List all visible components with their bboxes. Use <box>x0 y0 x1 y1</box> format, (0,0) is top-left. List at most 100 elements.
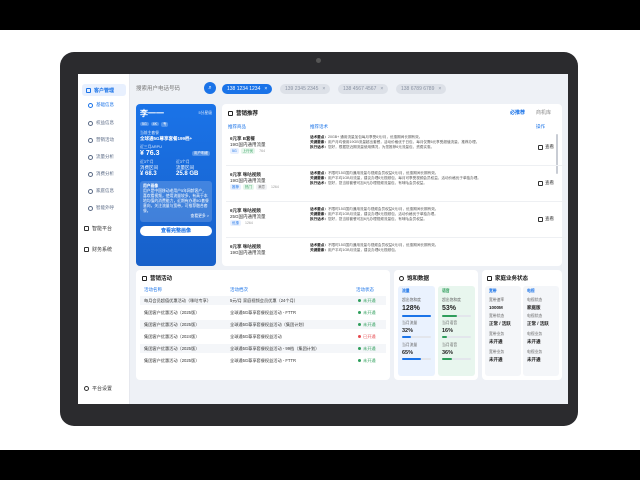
search-button[interactable]: ⌕ <box>204 82 216 94</box>
sidebar-item-marketing[interactable]: 营销活动 <box>88 136 114 144</box>
phone-tab-2[interactable]: 139 2345 2345 × <box>280 84 331 94</box>
range1-value: ¥ 68.3 <box>140 171 157 177</box>
col-action: 操作 <box>536 124 545 129</box>
activity-name: 每月会员超值优惠活动（咪咕专享） <box>144 297 212 303</box>
sidebar-item-call[interactable]: 智能外呼 <box>88 204 114 212</box>
voice-m1-fill <box>442 336 447 338</box>
sidebar-item-flow[interactable]: 流量分析 <box>88 153 114 161</box>
tv-state-value: 家庭版 <box>527 305 541 310</box>
suggest-title-text: 营销推荐 <box>236 111 259 117</box>
activity-level: 全球通5G尊享套餐权益活动 - 99档（集团计划） <box>230 345 320 351</box>
activity-row[interactable]: 集团客户优惠活动（2025版） 全球通5G尊享套餐权益活动 - FTTR 未开通 <box>140 356 386 365</box>
sidebar-item-family[interactable]: 家庭信息 <box>88 187 114 195</box>
activity-status: 已开通 <box>358 334 386 340</box>
product-tag: 5G <box>230 148 239 154</box>
script-text: 用户月均使用19GB流量超出套餐，活动价格优于日包，每月仅需6元享受超值流量，推… <box>327 140 480 145</box>
rights-icon <box>88 120 93 126</box>
bb-a-label: 宽带业务 <box>489 332 505 336</box>
script-text: 您好，您当前套餐可加6元办理视频流量包，有咪咕会员权益。 <box>327 217 427 222</box>
close-icon[interactable]: × <box>264 86 267 92</box>
view-button[interactable]: 查看 <box>538 144 554 150</box>
phone-tab-3[interactable]: 138 4567 4567 × <box>338 84 389 94</box>
activity-row[interactable]: 集团客户优惠活动（2024版） 全球通5G尊享套餐权益活动 已开通 <box>140 332 386 341</box>
view-button[interactable]: 查看 <box>538 216 554 222</box>
portrait-text: 用户是中国移动老用户5年网龄客户，喜欢看视频，使用流量较多，有高于本地均值的消费… <box>143 189 209 213</box>
sidebar-item-label: 权益信息 <box>96 120 114 125</box>
sidebar-main-customer[interactable]: 客户管理 <box>82 84 126 96</box>
sidebar-item-rights[interactable]: 权益信息 <box>88 119 114 127</box>
sidebar-item-label: 家庭信息 <box>96 188 114 193</box>
range2-label: 近3个月 <box>176 160 190 164</box>
script-text: 您好，根据您近期流量使用情况，为您推荐6元流量包，资费实惠。 <box>327 145 435 150</box>
activity-name: 集团客户优惠活动（2024版） <box>144 333 200 339</box>
customer-tag: 5G <box>140 122 149 126</box>
bb-speed-label: 宽带速率 <box>489 298 505 302</box>
sidebar-group-finance[interactable]: 财务系统 <box>84 245 112 254</box>
suggest-row: 6元享 B套餐 19G国内通用流量 5G 上行优 764 话术要点：20GB+ 通用… <box>226 132 566 166</box>
sidebar-settings[interactable]: 平台设置 <box>84 384 112 393</box>
phone-icon <box>88 205 93 211</box>
flow-sat-bar <box>402 315 431 317</box>
script-key: 执行话术： <box>310 145 328 150</box>
voice-m1-label: 当月语音 <box>442 321 458 325</box>
close-icon[interactable]: × <box>322 86 325 92</box>
phone-tab-1[interactable]: 138 1234 1234 × <box>222 84 273 94</box>
flow-m1-label: 当月流量 <box>402 321 418 325</box>
product-score: 1264 <box>245 221 253 225</box>
sidebar-group-platform[interactable]: 智能平台 <box>84 224 112 233</box>
status-dot <box>358 322 361 326</box>
portrait-more-link[interactable]: 查看更多 > <box>143 214 209 219</box>
tv-status-value: 正常 / 活跃 <box>527 321 549 326</box>
sidebar-item-label: 流量分析 <box>96 154 114 159</box>
phone-tab-label: 139 2345 2345 <box>285 86 319 92</box>
activity-row[interactable]: 集团客户优惠活动（2025版） 全球通5G尊享套餐权益活动 - FTTR 未开通 <box>140 308 386 317</box>
col-activity-level: 活动档次 <box>230 287 248 292</box>
script-text: 您好，您当前套餐可加6元办理视频流量包，有咪咕会员权益。 <box>327 181 427 186</box>
close-icon[interactable]: × <box>438 86 441 92</box>
info-icon <box>88 102 93 108</box>
sidebar-item-label: 营销活动 <box>96 137 114 142</box>
col-activity-status: 活动状态 <box>356 287 374 292</box>
phone-tab-label: 138 6789 6789 <box>401 86 435 92</box>
bb-status-value: 正常 / 活跃 <box>489 321 511 326</box>
customer-name: 李一一 <box>140 109 164 118</box>
suggest-product: 6元享 咪咕视频 19G国内通用流量 <box>230 244 310 256</box>
sidebar-item-basic[interactable]: 基础信息 <box>88 101 114 109</box>
status-text: 未开通 <box>363 309 376 315</box>
flow-m1-fill <box>402 336 412 338</box>
activity-row[interactable]: 集团客户优惠活动（2025版） 全球通5G尊享套餐权益活动（集团计划） 未开通 <box>140 320 386 329</box>
family-icon <box>88 188 93 194</box>
gear-icon <box>84 386 89 391</box>
tab-must-recommend[interactable]: 必推荐 <box>510 109 525 116</box>
sidebar-item-label: 消费分析 <box>96 171 114 176</box>
status-text: 未开通 <box>363 357 376 363</box>
script-key: 话术要点： <box>310 135 328 139</box>
usage-title: 饱和数据 <box>399 274 429 282</box>
search-input[interactable] <box>136 82 214 96</box>
suggest-title: 营销推荐 <box>228 109 258 117</box>
activity-level: 全球通5G尊享套餐权益活动 - FTTR <box>230 357 297 363</box>
phone-tab-4[interactable]: 138 6789 6789 × <box>396 84 447 94</box>
customer-tag: 4K <box>150 122 159 126</box>
suggest-row: 6元享 咪咕视频 25G国内通用流量 优惠 1264 话术要点：不限时15G国内通… <box>226 204 566 238</box>
voice-m2-fill <box>442 358 453 360</box>
suggest-product: 6元享 咪咕视频 25G国内通用流量 优惠 1264 <box>230 208 310 226</box>
script-text: 不限时15G国内通用流量与视频会员权益6元/月，优惠期间长期有效。 <box>327 207 439 211</box>
app-screen: 客户管理 基础信息 权益信息 营销活动 流量分析 消费分析 家庭信息 智能外呼 … <box>78 74 568 404</box>
flow-m1-bar <box>402 336 431 338</box>
range1-label: 近3个月 <box>140 160 154 164</box>
activity-row[interactable]: 集团客户优惠活动（2025版） 全球通5G尊享套餐权益活动 - 99档（集团计划）… <box>140 344 386 353</box>
tab-opportunity[interactable]: 商机库 <box>536 109 551 116</box>
view-button[interactable]: 查看 <box>538 180 554 186</box>
bb-speed-value: 1000M <box>489 305 503 310</box>
detail-button[interactable]: 用户明细 <box>192 151 210 156</box>
activity-row[interactable]: 每月会员超值优惠活动（咪咕专享） 5元/月 家庭视频会员优惠（24个月） 未开通 <box>140 296 386 305</box>
flow-m2-bar <box>402 358 431 360</box>
sidebar-item-consume[interactable]: 消费分析 <box>88 170 114 178</box>
flow-sat-fill <box>402 315 431 317</box>
suggest-icon <box>228 110 233 116</box>
script-key: 话术要点： <box>310 207 328 211</box>
full-portrait-button[interactable]: 查看完整画像 <box>140 226 212 236</box>
close-icon[interactable]: × <box>380 86 383 92</box>
status-dot <box>358 298 361 302</box>
